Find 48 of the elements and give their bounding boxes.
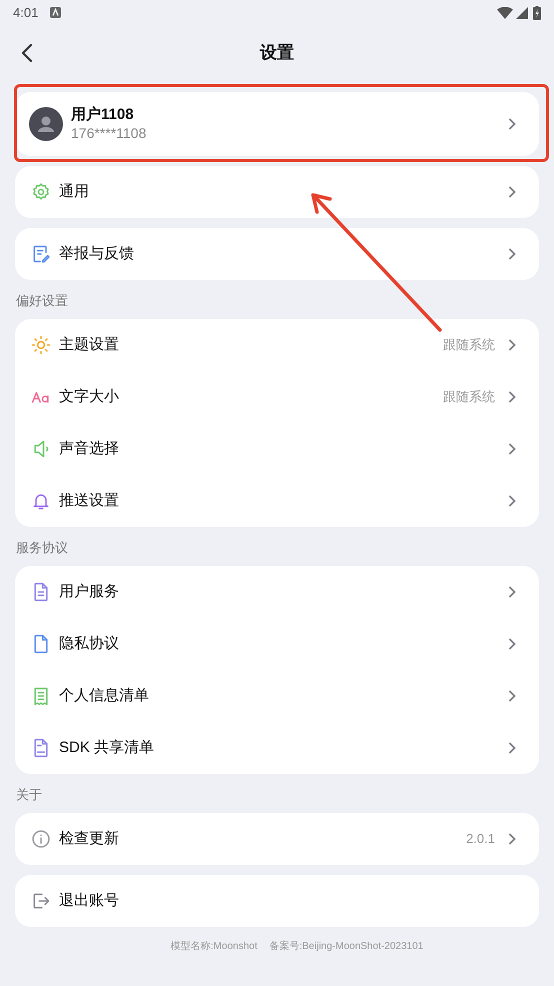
row-label: 退出账号 xyxy=(59,890,120,911)
row-label: 推送设置 xyxy=(59,490,120,511)
filing-number-text: 备案号:Beijing-MoonShot-2023101 xyxy=(269,940,424,954)
row-label: SDK 共享清单 xyxy=(59,738,156,758)
settings-row[interactable]: 用户服务 xyxy=(15,566,539,618)
settings-row[interactable]: 退出账号 xyxy=(15,875,539,927)
notification-icon xyxy=(50,7,62,18)
row-value: 2.0.1 xyxy=(466,830,495,848)
row-label: 隐私协议 xyxy=(59,634,120,654)
row-label: 通用 xyxy=(59,182,90,202)
profile-card[interactable]: 用户1108 176****1108 xyxy=(15,92,539,156)
model-name-text: 模型名称:Moonshot xyxy=(170,940,258,954)
signal-icon xyxy=(516,6,528,18)
settings-row[interactable]: 主题设置 跟随系统 xyxy=(15,319,539,371)
row-value: 跟随系统 xyxy=(443,388,495,406)
page-title: 设置 xyxy=(260,42,294,64)
row-label: 声音选择 xyxy=(59,438,120,459)
row-value: 跟随系统 xyxy=(443,336,495,354)
settings-row[interactable]: 隐私协议 xyxy=(15,618,539,670)
battery-icon xyxy=(533,6,541,20)
row-label: 举报与反馈 xyxy=(59,244,135,264)
settings-row[interactable]: 文字大小 跟随系统 xyxy=(15,371,539,423)
row-label: 主题设置 xyxy=(59,334,120,355)
settings-row[interactable]: 通用 xyxy=(15,166,539,218)
row-label: 个人信息清单 xyxy=(59,686,150,706)
settings-row[interactable]: 声音选择 xyxy=(15,423,539,475)
status-time: 4:01 xyxy=(13,4,38,22)
logout-icon xyxy=(31,891,51,911)
settings-row[interactable]: SDK 共享清单 xyxy=(15,722,539,774)
section-label: 服务协议 xyxy=(15,539,69,557)
avatar xyxy=(29,107,63,141)
row-label: 检查更新 xyxy=(59,828,120,849)
settings-row[interactable]: 个人信息清单 xyxy=(15,670,539,722)
back-icon xyxy=(20,43,34,63)
gear-icon xyxy=(31,182,51,202)
wifi-icon xyxy=(497,6,513,18)
phone-number: 176****1108 xyxy=(71,124,148,142)
user-name: 用户1108 xyxy=(71,106,135,124)
settings-row[interactable]: 举报与反馈 xyxy=(15,228,539,280)
row-label: 用户服务 xyxy=(59,582,120,602)
document-edit-icon xyxy=(31,244,51,264)
row-label: 文字大小 xyxy=(59,386,120,407)
sun-icon xyxy=(31,335,51,355)
section-label: 偏好设置 xyxy=(15,292,69,310)
settings-row[interactable]: 推送设置 xyxy=(15,475,539,527)
info-icon xyxy=(31,829,51,849)
settings-row[interactable]: 检查更新 2.0.1 xyxy=(15,813,539,865)
section-label: 关于 xyxy=(15,786,43,804)
